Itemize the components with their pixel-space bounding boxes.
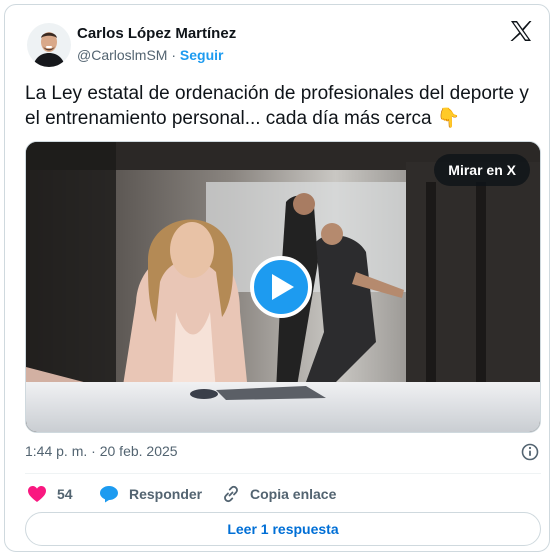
author-name[interactable]: Carlos López Martínez: [77, 25, 236, 42]
tweet-time[interactable]: 1:44 p. m.: [25, 443, 87, 459]
read-replies-button[interactable]: Leer 1 respuesta: [25, 512, 541, 546]
video-thumbnail[interactable]: Mirar en X: [25, 141, 541, 433]
heart-icon: [28, 486, 46, 502]
play-icon: [272, 274, 294, 300]
tweet-card[interactable]: Carlos López Martínez @CarloslmSM · Segu…: [4, 4, 550, 552]
author-handle-row: @CarloslmSM · Seguir: [77, 47, 223, 63]
tweet-date[interactable]: 20 feb. 2025: [100, 443, 178, 459]
reply-bubble-icon: [100, 486, 118, 503]
x-logo-icon[interactable]: [509, 19, 533, 43]
like-count: 54: [57, 486, 73, 502]
meta-separator: ·: [91, 443, 96, 459]
author-handle[interactable]: @CarloslmSM: [77, 47, 167, 63]
watch-on-x-button[interactable]: Mirar en X: [434, 154, 530, 186]
reply-label: Responder: [129, 486, 203, 502]
reply-button[interactable]: Responder: [99, 483, 202, 505]
tweet-text: La Ley estatal de ordenación de profesio…: [25, 83, 529, 129]
follow-button[interactable]: Seguir: [180, 47, 224, 63]
avatar[interactable]: [27, 23, 71, 67]
info-icon[interactable]: [521, 443, 539, 461]
link-icon: [224, 485, 238, 503]
handle-separator: ·: [171, 47, 177, 63]
divider: [25, 473, 541, 474]
copy-link-button[interactable]: Copia enlace: [222, 483, 336, 505]
like-button[interactable]: 54: [27, 483, 73, 505]
action-bar: 54 Responder Copia enlace: [25, 483, 541, 505]
play-button[interactable]: [250, 256, 312, 318]
copy-link-label: Copia enlace: [250, 486, 337, 502]
tweet-meta: 1:44 p. m. · 20 feb. 2025: [25, 443, 541, 463]
